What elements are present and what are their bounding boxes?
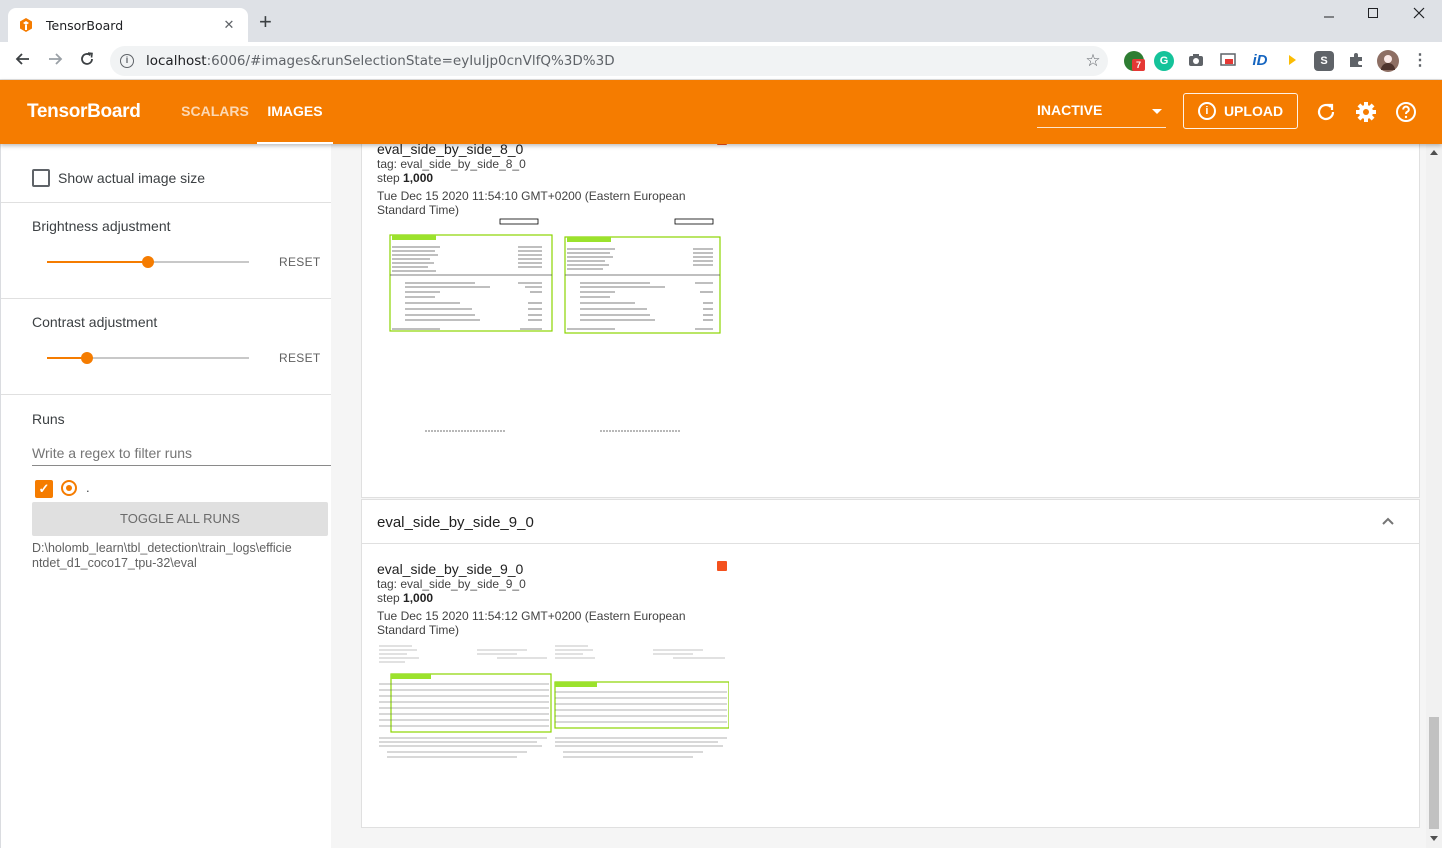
- main-scrollbar[interactable]: [1426, 144, 1442, 848]
- close-window-icon[interactable]: [1396, 6, 1442, 23]
- tab-close-icon[interactable]: ✕: [220, 17, 238, 33]
- scroll-down-icon[interactable]: [1430, 836, 1438, 841]
- invoice-prediction-panel: [564, 218, 721, 432]
- image-step: step 1,000: [377, 171, 434, 185]
- forward-icon[interactable]: [44, 50, 66, 72]
- minimize-icon[interactable]: [1306, 6, 1352, 23]
- brightness-slider-fill: [47, 261, 148, 263]
- settings-gear-icon[interactable]: [1354, 100, 1378, 124]
- main-content: eval_side_by_side_8_0 tag: eval_side_by_…: [331, 134, 1442, 848]
- site-info-icon[interactable]: i: [120, 54, 134, 68]
- sidebar: Show actual image size Brightness adjust…: [0, 144, 332, 848]
- upload-label: UPLOAD: [1223, 103, 1284, 119]
- image-timestamp: Tue Dec 15 2020 11:54:10 GMT+0200 (Easte…: [377, 189, 686, 217]
- url-omnibox[interactable]: i localhost:6006/#images&runSelectionSta…: [110, 46, 1108, 76]
- tab-images[interactable]: IMAGES: [257, 80, 333, 144]
- upload-button[interactable]: i UPLOAD: [1183, 93, 1298, 129]
- tensorboard-brand[interactable]: TensorBoard: [27, 101, 141, 123]
- profile-avatar[interactable]: [1377, 50, 1399, 72]
- runs-label: Runs: [32, 411, 65, 427]
- tab-scalars[interactable]: SCALARS: [172, 80, 258, 144]
- run-checkbox[interactable]: ✓: [35, 480, 53, 498]
- run-color-dot: [717, 561, 727, 571]
- tab-title: TensorBoard: [46, 17, 124, 33]
- inactive-plugins-select[interactable]: INACTIVE: [1037, 102, 1166, 128]
- toggle-all-runs-button[interactable]: TOGGLE ALL RUNS: [32, 502, 328, 536]
- table-ground-truth-panel: [379, 645, 552, 758]
- image-tag: tag: eval_side_by_side_9_0: [377, 577, 526, 591]
- help-icon[interactable]: [1394, 100, 1418, 124]
- camera-icon[interactable]: [1186, 51, 1206, 71]
- eval-image-9[interactable]: [377, 642, 729, 762]
- refresh-icon[interactable]: [1314, 100, 1338, 124]
- tensorboard-header: TensorBoard SCALARS IMAGES INACTIVE i UP…: [0, 80, 1442, 144]
- scroll-up-icon[interactable]: [1430, 150, 1438, 155]
- grammarly-icon[interactable]: G: [1154, 51, 1174, 71]
- run-color-indicator: [61, 480, 77, 496]
- address-bar: i localhost:6006/#images&runSelectionSta…: [0, 42, 1442, 80]
- tensorboard-favicon-icon: [20, 18, 32, 32]
- id-extension-icon[interactable]: iD: [1250, 51, 1270, 71]
- contrast-section: Contrast adjustment RESET: [1, 299, 332, 395]
- play-extension-icon[interactable]: [1282, 51, 1302, 71]
- brightness-label: Brightness adjustment: [32, 218, 171, 234]
- extension-green-icon[interactable]: 7: [1124, 51, 1145, 71]
- run-filter-input[interactable]: [32, 440, 332, 466]
- invoice-ground-truth-panel: [389, 218, 553, 432]
- image-name: eval_side_by_side_9_0: [377, 561, 524, 577]
- puzzle-extensions-icon[interactable]: [1346, 51, 1366, 71]
- eval-image-8[interactable]: [380, 217, 725, 447]
- browser-tab-bar: TensorBoard ✕ +: [0, 0, 1442, 42]
- back-icon[interactable]: [12, 50, 34, 72]
- maximize-icon[interactable]: [1350, 6, 1396, 23]
- log-directory-path: D:\holomb_learn\tbl_detection\train_logs…: [32, 541, 292, 570]
- cast-icon[interactable]: [1218, 51, 1238, 71]
- image-tag: tag: eval_side_by_side_8_0: [377, 157, 526, 171]
- image-step: step 1,000: [377, 591, 434, 605]
- contrast-slider-thumb[interactable]: [81, 352, 93, 364]
- show-actual-size-label: Show actual image size: [58, 170, 206, 186]
- new-tab-button[interactable]: +: [259, 11, 272, 33]
- brightness-reset-button[interactable]: RESET: [279, 255, 321, 269]
- chevron-down-icon: [1152, 109, 1162, 114]
- reload-icon[interactable]: [76, 50, 98, 72]
- card-title: eval_side_by_side_9_0: [377, 514, 534, 531]
- image-size-section: Show actual image size: [1, 144, 332, 203]
- browser-tab[interactable]: TensorBoard ✕: [8, 8, 248, 42]
- image-card-8: eval_side_by_side_8_0 tag: eval_side_by_…: [361, 134, 1420, 498]
- card-header[interactable]: eval_side_by_side_9_0: [362, 500, 1419, 544]
- image-timestamp: Tue Dec 15 2020 11:54:12 GMT+0200 (Easte…: [377, 609, 686, 637]
- extension-badge: 7: [1132, 59, 1145, 71]
- contrast-label: Contrast adjustment: [32, 314, 158, 330]
- inactive-select-label: INACTIVE: [1037, 102, 1103, 118]
- info-icon: i: [1197, 102, 1216, 120]
- scrollbar-thumb[interactable]: [1429, 717, 1439, 829]
- browser-menu-icon[interactable]: ⋮: [1410, 51, 1430, 71]
- show-actual-size-checkbox[interactable]: [32, 169, 50, 187]
- contrast-reset-button[interactable]: RESET: [279, 351, 321, 365]
- bookmark-star-icon[interactable]: ☆: [1078, 51, 1108, 71]
- brightness-section: Brightness adjustment RESET: [1, 203, 332, 299]
- chevron-up-icon[interactable]: [1381, 514, 1395, 528]
- url-text[interactable]: localhost:6006/#images&runSelectionState…: [146, 53, 1078, 69]
- table-prediction-panel: [554, 645, 729, 758]
- brightness-slider-thumb[interactable]: [142, 256, 154, 268]
- image-card-9: eval_side_by_side_9_0 eval_side_by_side_…: [361, 499, 1420, 828]
- run-name: .: [86, 480, 90, 495]
- s-extension-icon[interactable]: S: [1314, 51, 1334, 71]
